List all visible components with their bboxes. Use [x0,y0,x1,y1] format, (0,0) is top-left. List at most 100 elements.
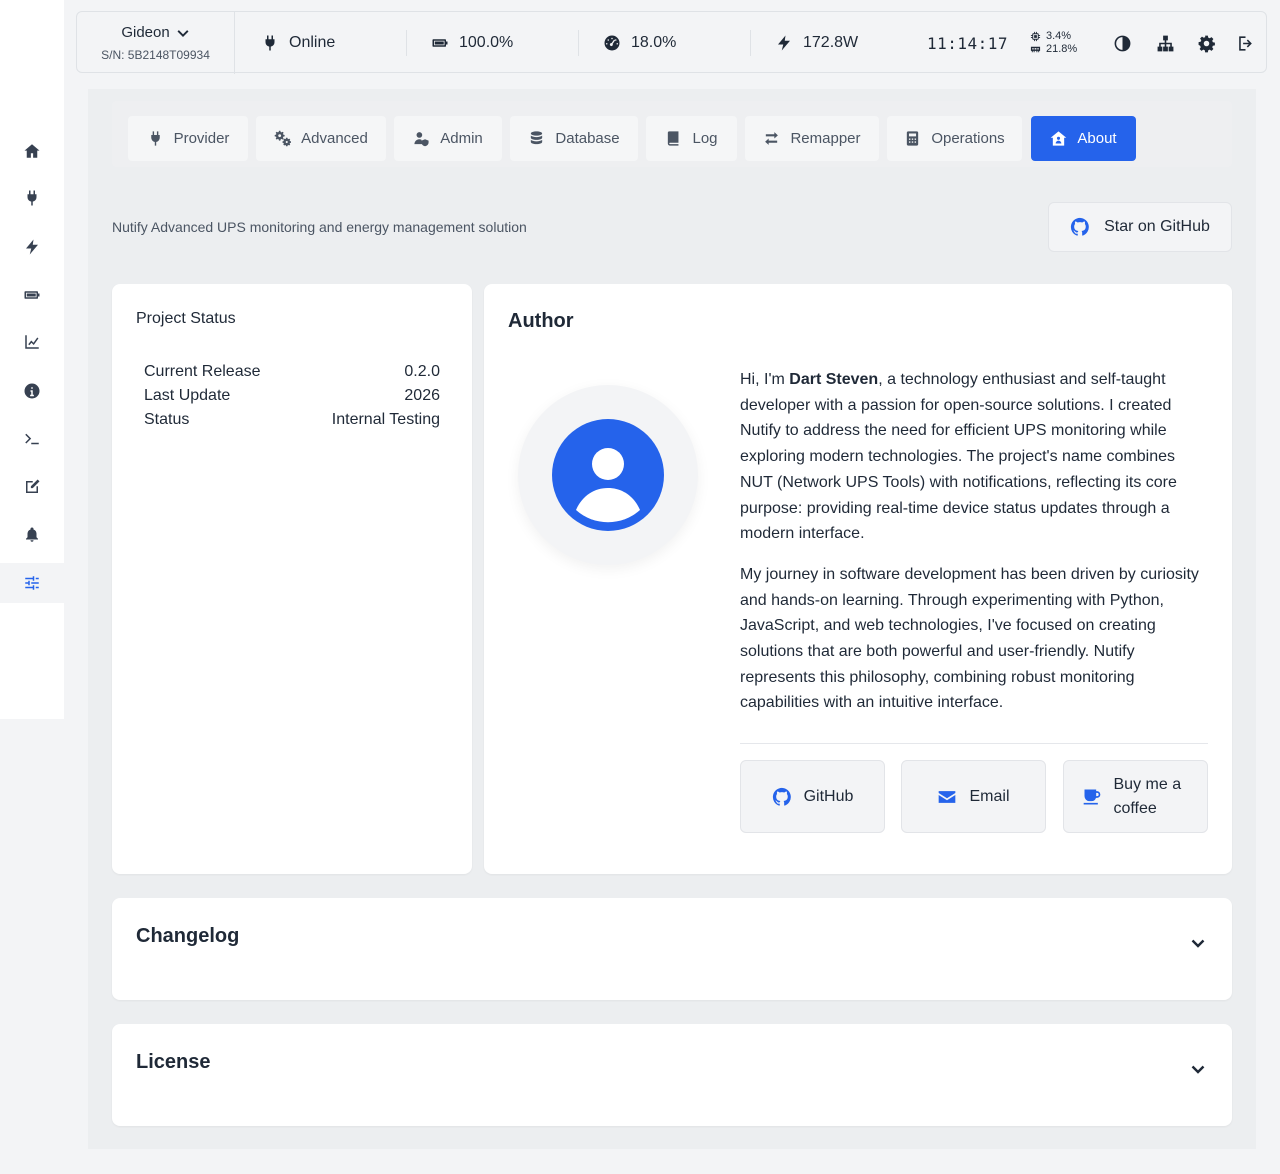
sidebar-item-settings[interactable] [0,563,64,603]
top-status-bar: Gideon S/N: 5B2148T09934 Online 100.0% 1… [76,11,1267,74]
logout-button[interactable] [1233,12,1257,74]
plug-icon [150,131,160,146]
status-row-release: Current Release 0.2.0 [144,363,440,380]
avatar [518,385,698,565]
contrast-icon [1114,35,1130,51]
license-accordion[interactable]: License [112,1024,1232,1126]
edit-icon [26,479,40,493]
exchange-icon [765,132,779,145]
tab-remapper[interactable]: Remapper [745,116,879,161]
tab-advanced[interactable]: Advanced [256,116,386,161]
chart-line-icon [25,335,39,349]
divider [750,30,751,56]
memory-icon [1030,46,1041,53]
project-status-card: Project Status Current Release 0.2.0 Las… [112,284,472,874]
book-icon [668,131,679,146]
clock-time: 11:14:17 [927,33,1009,53]
author-name: Dart Steven [789,371,879,388]
divider [406,30,407,56]
theme-toggle[interactable] [1110,12,1134,74]
sidebar [0,0,64,719]
user-circle-icon [552,419,664,531]
status-row-status: Status Internal Testing [144,411,440,428]
bolt-icon [26,239,38,255]
changelog-title: Changelog [136,925,240,947]
main-content: Provider Advanced Admin Database Log Rem… [88,89,1256,1149]
bell-icon [26,527,38,542]
system-usage: 3.4% 21.8% [1030,12,1077,74]
sliders-icon [25,576,39,590]
network-button[interactable] [1153,12,1177,74]
home-icon [24,144,40,158]
database-icon [531,131,543,145]
ups-status: Online [261,12,335,74]
github-link-button[interactable]: GitHub [740,760,885,833]
tab-log[interactable]: Log [646,116,737,161]
chevron-down-icon[interactable] [1190,935,1206,951]
device-serial: S/N: 5B2148T09934 [101,48,210,62]
tab-about[interactable]: About [1031,116,1136,161]
power-value: 172.8W [803,34,859,51]
load-level: 18.0% [603,12,676,74]
cpu-icon [1030,31,1041,42]
sidebar-item-energy[interactable] [0,227,64,267]
license-title: License [136,1051,211,1073]
device-selector[interactable]: Gideon S/N: 5B2148T09934 [77,12,235,74]
chevron-down-icon [177,29,189,37]
ram-usage: 21.8% [1030,43,1077,56]
status-text: Online [289,34,336,51]
battery-icon [432,39,448,47]
cpu-usage: 3.4% [1030,30,1077,43]
author-bio: Hi, I'm Dart Steven, a technology enthus… [740,367,1208,716]
divider [578,30,579,56]
sidebar-item-info[interactable] [0,371,64,411]
project-status-table: Current Release 0.2.0 Last Update 2026 S… [144,360,440,432]
plug-icon [265,35,275,51]
settings-button[interactable] [1194,12,1218,74]
user-shield-icon [414,132,429,147]
device-name: Gideon [121,24,170,41]
house-user-icon [1051,131,1067,146]
chevron-down-icon[interactable] [1190,1061,1206,1077]
tab-provider[interactable]: Provider [128,116,248,161]
calculator-icon [907,131,919,146]
gauge-icon [604,35,620,51]
author-card: Author Hi, I'm Dart Steven, a technology… [484,284,1232,874]
github-icon [772,787,791,806]
project-status-title: Project Status [136,310,236,327]
tab-database[interactable]: Database [510,116,638,161]
buy-me-a-coffee-button[interactable]: Buy me a coffee [1063,760,1208,833]
sidebar-item-commands[interactable] [0,419,64,459]
battery-level: 100.0% [431,12,513,74]
changelog-accordion[interactable]: Changelog [112,898,1232,1000]
email-button[interactable]: Email [901,760,1046,833]
status-row-last-update: Last Update 2026 [144,387,440,404]
gear-icon [1198,35,1215,52]
sidebar-item-power[interactable] [0,178,64,218]
sidebar-item-home[interactable] [0,131,64,171]
bio-paragraph: Hi, I'm Dart Steven, a technology enthus… [740,371,1177,543]
sidebar-item-edit[interactable] [0,467,64,507]
clock: 11:14:17 [927,12,1008,74]
sidebar-item-notifications[interactable] [0,515,64,555]
power-usage: 172.8W [775,12,858,74]
network-icon [1157,35,1173,51]
terminal-icon [25,433,39,445]
tab-operations[interactable]: Operations [887,116,1022,161]
cogs-icon [274,130,292,147]
app-tagline: Nutify Advanced UPS monitoring and energ… [112,219,527,235]
battery-value: 100.0% [459,34,514,51]
star-on-github-button[interactable]: Star on GitHub [1048,202,1232,252]
envelope-icon [939,790,956,803]
tab-admin[interactable]: Admin [394,116,502,161]
sidebar-item-battery[interactable] [0,275,64,315]
sidebar-item-charts[interactable] [0,322,64,362]
coffee-icon [1083,789,1100,804]
divider [740,743,1208,744]
author-title: Author [508,310,574,332]
load-value: 18.0% [631,34,677,51]
battery-icon [24,291,40,299]
logout-icon [1238,35,1252,51]
info-icon [24,383,40,399]
github-icon [1070,217,1089,236]
